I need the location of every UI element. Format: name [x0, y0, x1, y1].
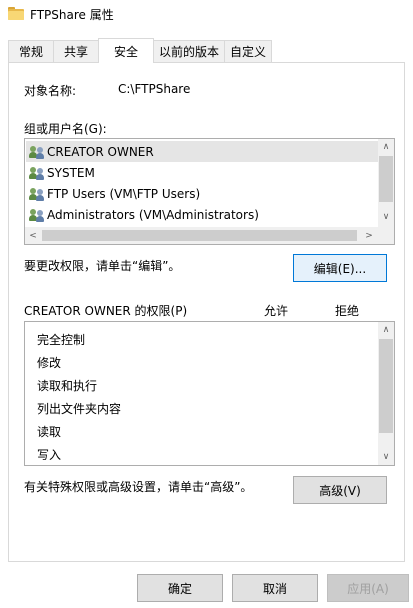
tab-previous-versions[interactable]: 以前的版本 [153, 40, 225, 62]
permission-read: 读取 [37, 425, 62, 439]
scroll-right-arrow-icon[interactable]: > [361, 227, 377, 244]
list-item-administrators[interactable]: Administrators (VM\Administrators) [26, 204, 378, 225]
advanced-hint: 有关特殊权限或高级设置，请单击“高级”。 [24, 480, 253, 494]
window-title: FTPShare 属性 [30, 8, 114, 22]
permission-write: 写入 [37, 448, 62, 462]
user-name: Administrators (VM\Administrators) [47, 207, 259, 222]
tab-customize[interactable]: 自定义 [224, 40, 272, 62]
user-name: CREATOR OWNER [47, 144, 154, 159]
horizontal-scroll-thumb[interactable] [42, 230, 357, 241]
scroll-up-arrow-icon[interactable]: ∧ [378, 322, 394, 338]
cancel-button[interactable]: 取消 [232, 574, 318, 602]
ok-button[interactable]: 确定 [137, 574, 223, 602]
tab-general[interactable]: 常规 [8, 40, 54, 62]
scroll-thumb[interactable] [379, 339, 393, 433]
apply-button[interactable]: 应用(A) [327, 574, 409, 602]
permissions-scrollbar[interactable]: ∧ ∨ [378, 322, 394, 465]
tab-sharing[interactable]: 共享 [53, 40, 99, 62]
folder-icon [8, 7, 24, 20]
users-list[interactable]: CREATOR OWNER SYSTEM FTP Users (VM\FTP U… [24, 138, 395, 245]
scroll-up-arrow-icon[interactable]: ∧ [378, 139, 394, 155]
advanced-button[interactable]: 高级(V) [293, 476, 387, 504]
user-group-icon [29, 166, 45, 180]
user-group-icon [29, 208, 45, 222]
user-group-icon [29, 145, 45, 159]
list-item-ftp-users[interactable]: FTP Users (VM\FTP Users) [26, 183, 378, 204]
permissions-list[interactable]: 完全控制 修改 读取和执行 列出文件夹内容 读取 写入 ∧ ∨ [24, 321, 395, 466]
permission-read-execute: 读取和执行 [37, 379, 98, 393]
object-name-value: C:\FTPShare [118, 82, 191, 96]
permissions-header: CREATOR OWNER 的权限(P) [24, 304, 188, 318]
list-item-creator-owner[interactable]: CREATOR OWNER [26, 141, 378, 162]
edit-button[interactable]: 编辑(E)... [293, 254, 387, 282]
scroll-down-arrow-icon[interactable]: ∨ [378, 209, 394, 225]
groups-label: 组或用户名(G): [24, 122, 107, 136]
permission-modify: 修改 [37, 356, 62, 370]
allow-column-header: 允许 [264, 304, 289, 318]
user-name: SYSTEM [47, 165, 95, 180]
user-name: FTP Users (VM\FTP Users) [47, 186, 201, 201]
tab-security[interactable]: 安全 [98, 38, 154, 63]
users-horizontal-scrollbar[interactable]: < > [25, 227, 394, 244]
permission-list-folder: 列出文件夹内容 [37, 402, 122, 416]
security-panel: 对象名称: C:\FTPShare 组或用户名(G): CREATOR OWNE… [8, 62, 405, 562]
scroll-thumb[interactable] [379, 156, 393, 202]
user-group-icon [29, 187, 45, 201]
list-item-system[interactable]: SYSTEM [26, 162, 378, 183]
scroll-left-arrow-icon[interactable]: < [25, 227, 41, 244]
scroll-down-arrow-icon[interactable]: ∨ [378, 449, 394, 465]
object-name-label: 对象名称: [24, 84, 77, 98]
tab-strip: 常规 共享 安全 以前的版本 自定义 [0, 38, 413, 63]
title-bar: FTPShare 属性 [0, 0, 413, 30]
deny-column-header: 拒绝 [335, 304, 360, 318]
users-vertical-scrollbar[interactable]: ∧ ∨ [378, 139, 394, 227]
permission-full-control: 完全控制 [37, 333, 86, 347]
change-permissions-hint: 要更改权限，请单击“编辑”。 [24, 259, 181, 273]
